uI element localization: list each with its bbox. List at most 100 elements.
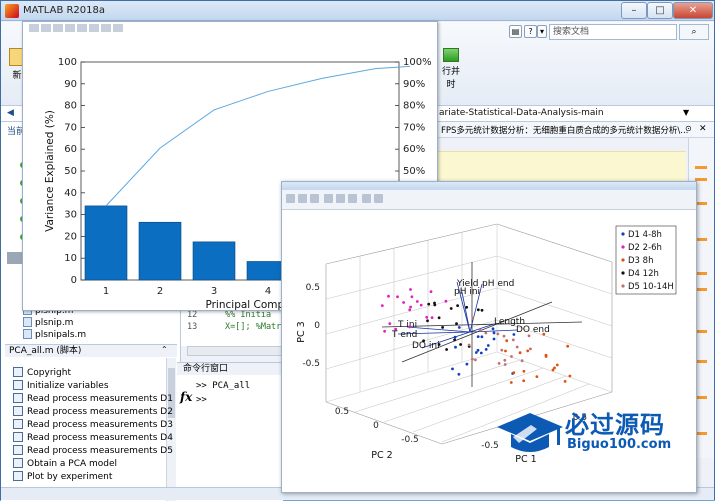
back-arrow-icon[interactable]: ◀ [7, 108, 14, 118]
pin-icon[interactable]: ⊙ [685, 124, 692, 133]
editor-code-area[interactable]: 12 %% Initia 13 X=[]; %Matr [181, 306, 283, 346]
legend-label: D2 2-6h [628, 243, 662, 253]
data-point [478, 328, 482, 332]
minimize-button[interactable]: – [621, 2, 647, 19]
x-tick-label: 3 [211, 286, 217, 297]
search-icon[interactable]: ⌕ [679, 24, 709, 40]
graduation-cap-logo-icon [497, 413, 563, 452]
outline-item[interactable]: Initialize variables [13, 380, 109, 393]
current-folder-path[interactable]: ariate-Statistical-Data-Analysis-main [439, 108, 604, 118]
title-bar: MATLAB R2018a – □ ✕ [1, 1, 714, 21]
outline-item[interactable]: Read process measurements D3 [13, 419, 173, 432]
data-point [457, 326, 461, 329]
run-and-advance-button[interactable]: 行并 时 [437, 48, 465, 98]
data-point [387, 294, 390, 298]
data-point [496, 332, 500, 336]
command-window[interactable]: >> PCA_all fx >> [177, 375, 283, 501]
data-point [383, 329, 386, 333]
data-point [396, 295, 399, 299]
data-point [456, 304, 459, 307]
data-point [457, 372, 461, 376]
loading-label: T end [391, 330, 417, 340]
close-button[interactable]: ✕ [673, 2, 713, 19]
data-point [497, 362, 501, 365]
x-tick-label: 4 [265, 286, 271, 297]
bar [192, 241, 236, 281]
section-icon [13, 393, 23, 403]
maximize-button[interactable]: □ [647, 2, 673, 19]
loading-label: pH end [482, 279, 514, 289]
data-point [500, 348, 504, 352]
data-point [426, 319, 429, 323]
data-point [449, 307, 453, 310]
data-point [503, 358, 507, 362]
data-point [492, 331, 496, 335]
data-point [441, 326, 444, 329]
data-point [433, 301, 436, 305]
data-point [486, 344, 490, 347]
chevron-up-icon[interactable]: ⌃ [161, 345, 168, 354]
y-tick-label: 30 [64, 210, 77, 221]
data-point [471, 357, 474, 361]
data-point [429, 290, 433, 293]
data-point [480, 335, 484, 339]
outline-item[interactable]: Copyright [13, 367, 71, 380]
right-y-tick-label: 70% [403, 122, 425, 133]
data-point [419, 303, 423, 307]
data-point [522, 379, 526, 383]
quick-access-icon[interactable]: ▤ [509, 25, 522, 38]
editor-horizontal-scrollbar[interactable] [187, 346, 283, 356]
data-point [444, 299, 448, 303]
z-tick-label: 0 [314, 321, 320, 331]
file-item[interactable]: plsnip.m [23, 317, 73, 329]
loading-label: T ini [397, 320, 417, 330]
quick-access-icon[interactable]: ? [524, 25, 537, 38]
y-tick-label: 20 [64, 231, 77, 242]
data-point [484, 331, 488, 335]
z-tick-label: 0.5 [306, 283, 320, 293]
outline-item[interactable]: Read process measurements D5 [13, 445, 173, 458]
data-point [503, 363, 507, 366]
search-documentation-input[interactable]: 搜索文档 [549, 24, 677, 40]
pc2-tick-label: -0.5 [401, 435, 419, 445]
command-prompt[interactable]: >> [196, 395, 207, 405]
warning-marker[interactable] [695, 166, 707, 169]
data-point [510, 355, 513, 358]
file-item[interactable]: plsnipals.m [23, 329, 86, 341]
x-tick-label: 2 [157, 286, 163, 297]
data-point [465, 305, 469, 309]
y-tick-label: 70 [64, 122, 77, 133]
outline-item[interactable]: Read process measurements D2 [13, 406, 173, 419]
m-file-icon [23, 329, 32, 339]
z-tick-label: -0.5 [302, 359, 320, 369]
chevron-down-icon[interactable]: ▼ [683, 108, 689, 117]
data-point [526, 349, 530, 353]
data-point [476, 348, 480, 352]
outline-item[interactable]: Obtain a PCA model [13, 458, 117, 471]
outline-item[interactable]: Read process measurements D4 [13, 432, 173, 445]
outline-item[interactable]: Plot by experiment [13, 471, 112, 484]
data-point [476, 308, 480, 312]
outline-item-label: Read process measurements D2 [27, 407, 173, 417]
code-line[interactable]: X=[]; %Matr [225, 322, 281, 332]
loading-vector [461, 291, 471, 333]
data-point [520, 359, 524, 363]
code-section-highlight [437, 151, 686, 181]
close-icon[interactable]: ✕ [699, 124, 707, 134]
legend-label: D5 10-14H [628, 282, 674, 292]
data-point [568, 374, 572, 378]
data-point [422, 339, 425, 343]
section-icon [13, 419, 23, 429]
editor-tab[interactable]: FPS多元统计数据分析：无细胞重白质合成的多元统计数据分析\... [441, 124, 688, 136]
section-icon [13, 367, 23, 377]
data-point [402, 301, 405, 304]
y-tick-label: 60 [64, 144, 77, 155]
loading-label: DO ini [412, 341, 440, 351]
y-tick-label: 40 [64, 188, 77, 199]
outline-item[interactable]: Read process measurements D1 [13, 393, 173, 406]
data-point [453, 338, 456, 342]
data-point [437, 316, 441, 320]
chevron-down-icon[interactable]: ▾ [537, 25, 547, 38]
function-browser-icon[interactable]: fx [180, 390, 192, 404]
y-tick-label: 10 [64, 253, 77, 264]
